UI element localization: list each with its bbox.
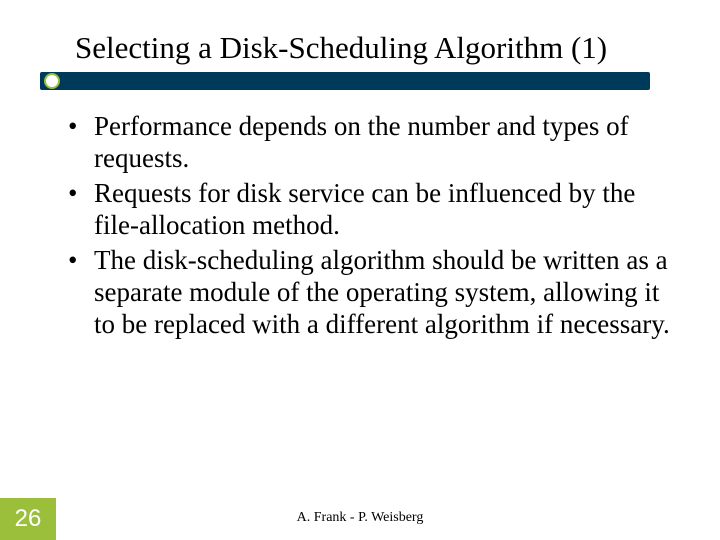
bullet-text: Performance depends on the number and ty…: [94, 111, 629, 173]
bullet-list: Performance depends on the number and ty…: [60, 110, 680, 341]
slide: Selecting a Disk-Scheduling Algorithm (1…: [0, 0, 720, 540]
bullet-text: The disk-scheduling algorithm should be …: [94, 245, 670, 340]
list-item: Requests for disk service can be influen…: [60, 177, 680, 242]
list-item: Performance depends on the number and ty…: [60, 110, 680, 175]
bullet-text: Requests for disk service can be influen…: [94, 178, 635, 240]
slide-title: Selecting a Disk-Scheduling Algorithm (1…: [75, 30, 700, 66]
title-bullet-icon: [44, 73, 60, 89]
footer-credits: A. Frank - P. Weisberg: [0, 510, 720, 526]
list-item: The disk-scheduling algorithm should be …: [60, 244, 680, 341]
title-underline-bar: [40, 72, 650, 90]
body-content: Performance depends on the number and ty…: [60, 110, 680, 343]
